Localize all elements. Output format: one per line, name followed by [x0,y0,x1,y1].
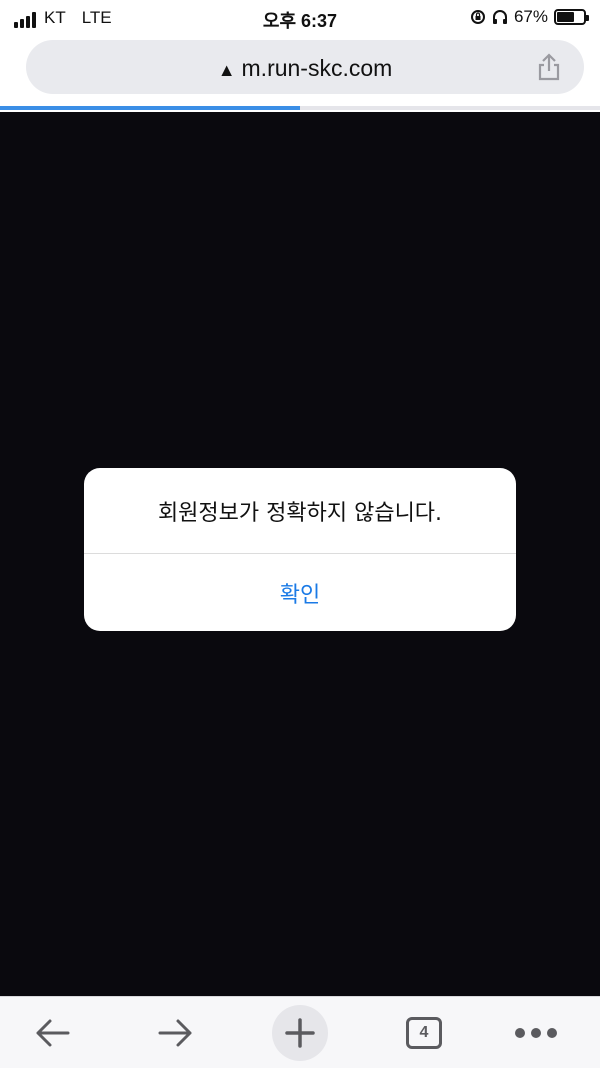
rotation-lock-icon [470,10,485,24]
share-icon[interactable] [536,52,562,82]
forward-arrow-icon [158,1019,192,1047]
alert-dialog: 회원정보가 정확하지 않습니다. 확인 [84,468,516,631]
confirm-button[interactable]: 확인 [84,555,516,631]
more-button[interactable] [508,1005,564,1061]
status-bar: KT LTE 오후 6:37 67% [0,0,600,36]
battery-icon [554,9,589,25]
warning-icon: ▲ [217,60,236,80]
battery-percent: 67% [513,7,548,26]
url-display[interactable]: ▲ m.run-skc.com [26,55,584,82]
tabs-button[interactable]: 4 [396,1005,452,1061]
battery-fill [557,12,575,22]
headphones-icon [492,10,507,24]
plus-icon [285,1018,315,1048]
load-progress-fill [0,106,300,110]
tabs-icon: 4 [406,1017,442,1049]
more-icon [515,1028,557,1038]
bottom-toolbar: 4 [0,996,600,1068]
forward-button[interactable] [148,1005,204,1061]
status-right: 67% [470,7,589,27]
browser-top-chrome: KT LTE 오후 6:37 67% ▲ m.run-skc.com [0,0,600,112]
back-button[interactable] [24,1005,80,1061]
tab-count: 4 [419,1024,429,1041]
address-bar[interactable]: ▲ m.run-skc.com [26,40,584,94]
back-arrow-icon [36,1019,70,1047]
alert-message: 회원정보가 정확하지 않습니다. [84,468,516,554]
new-tab-button[interactable] [272,1005,328,1061]
load-progress-bar [0,106,600,110]
url-text: m.run-skc.com [241,55,393,81]
